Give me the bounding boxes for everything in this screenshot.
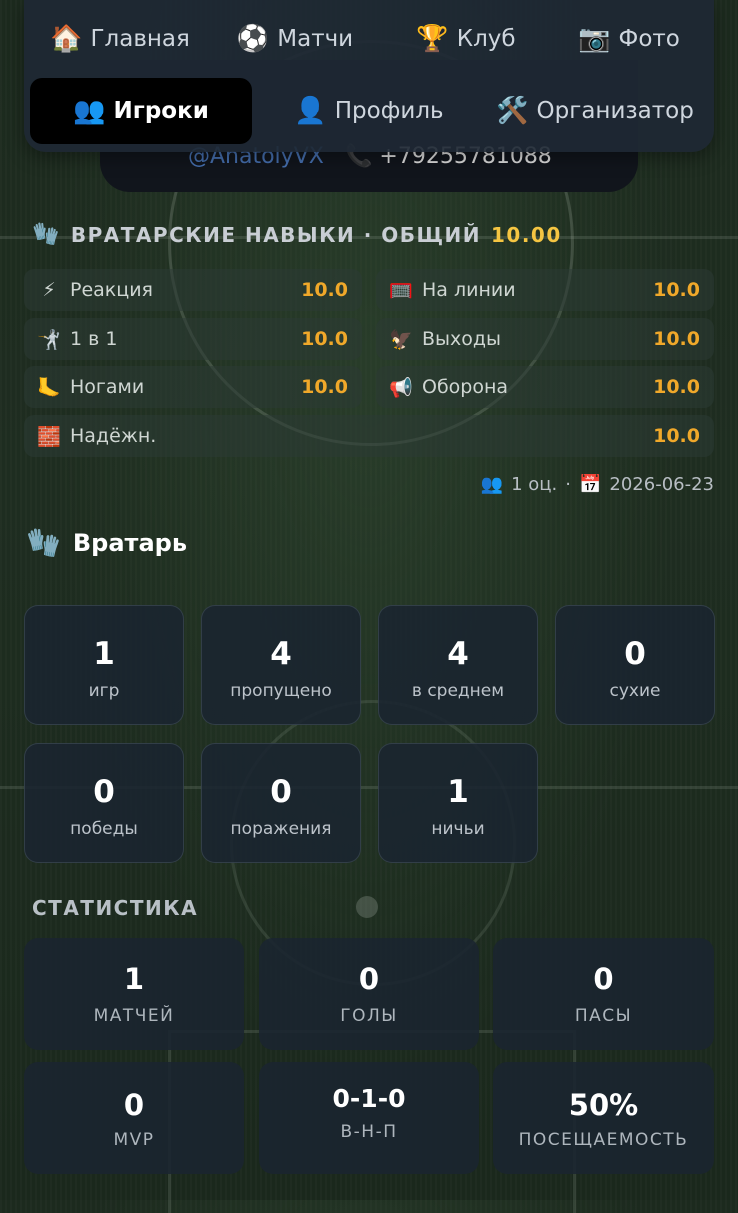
nav-item-club[interactable]: 🏆 Клуб	[396, 14, 536, 64]
nav-item-matches[interactable]: ⚽ Матчи	[220, 14, 370, 64]
glove-icon: 🧤	[32, 222, 61, 247]
gk-stat-conceded: 4 пропущено	[201, 605, 361, 725]
nav-item-organizer[interactable]: 🛠️ Организатор	[484, 78, 706, 144]
gk-stat-wins: 0 победы	[24, 743, 184, 863]
skill-reliability: 🧱 Надёжн. 10.0	[24, 415, 714, 457]
glove-icon: 🧤	[26, 526, 61, 559]
lightning-icon: ⚡	[42, 279, 56, 301]
foot-icon: 🦶	[37, 376, 61, 399]
user-icon: 👤	[294, 96, 327, 126]
skills-overall: 10.00	[490, 222, 562, 247]
skill-feet: 🦶 Ногами 10.0	[24, 366, 362, 408]
eagle-icon: 🦅	[389, 328, 413, 351]
gk-stat-draws: 1 ничьи	[378, 743, 538, 863]
skill-defense: 📢 Оборона 10.0	[376, 366, 714, 408]
role-title: 🧤 Вратарь	[26, 526, 188, 559]
rating-date: 2026-06-23	[609, 474, 714, 495]
stat-mvp: 0 MVP	[24, 1062, 244, 1174]
nav-item-players[interactable]: 👥 Игроки	[30, 78, 252, 144]
gk-stat-average: 4 в среднем	[378, 605, 538, 725]
players-icon: 👥	[73, 96, 106, 126]
stat-attendance: 50% ПОСЕЩАЕМОСТЬ	[493, 1062, 714, 1174]
nav-item-home[interactable]: 🏠 Главная	[40, 14, 200, 64]
calendar-icon: 📅	[578, 474, 602, 495]
nav-item-profile[interactable]: 👤 Профиль	[274, 78, 464, 144]
stat-goals: 0 ГОЛЫ	[259, 938, 479, 1050]
goal-net-icon: 🥅	[389, 279, 413, 302]
megaphone-icon: 📢	[389, 376, 413, 399]
soccer-ball-icon: ⚽	[236, 24, 270, 54]
gk-stat-losses: 0 поражения	[201, 743, 361, 863]
skill-exits: 🦅 Выходы 10.0	[376, 318, 714, 360]
skill-on-line: 🥅 На линии 10.0	[376, 269, 714, 311]
camera-icon: 📷	[578, 24, 611, 54]
skill-reaction: ⚡ Реакция 10.0	[24, 269, 362, 311]
raters-icon: 👥	[480, 474, 504, 495]
gk-stat-games: 1 игр	[24, 605, 184, 725]
fencer-icon: 🤺	[37, 328, 61, 351]
nav-item-photo[interactable]: 📷 Фото	[554, 14, 704, 64]
pitch-spot	[356, 896, 378, 918]
statistics-title: СТАТИСТИКА	[32, 896, 199, 920]
trophy-icon: 🏆	[416, 24, 449, 54]
tools-icon: 🛠️	[496, 96, 529, 126]
home-icon: 🏠	[50, 24, 83, 54]
skills-meta: 👥 1 оц. · 📅 2026-06-23	[480, 474, 714, 495]
stat-wdl: 0-1-0 В-Н-П	[259, 1062, 479, 1174]
top-nav: 🏠 Главная ⚽ Матчи 🏆 Клуб 📷 Фото 👥 Игроки…	[24, 0, 714, 152]
gk-stat-clean-sheets: 0 сухие	[555, 605, 715, 725]
raters-count: 1 оц.	[511, 474, 558, 495]
skill-one-on-one: 🤺 1 в 1 10.0	[24, 318, 362, 360]
skills-title: 🧤 ВРАТАРСКИЕ НАВЫКИ · ОБЩИЙ 10.00	[32, 222, 562, 247]
stat-assists: 0 ПАСЫ	[493, 938, 714, 1050]
brick-icon: 🧱	[37, 425, 61, 448]
stat-matches: 1 МАТЧЕЙ	[24, 938, 244, 1050]
